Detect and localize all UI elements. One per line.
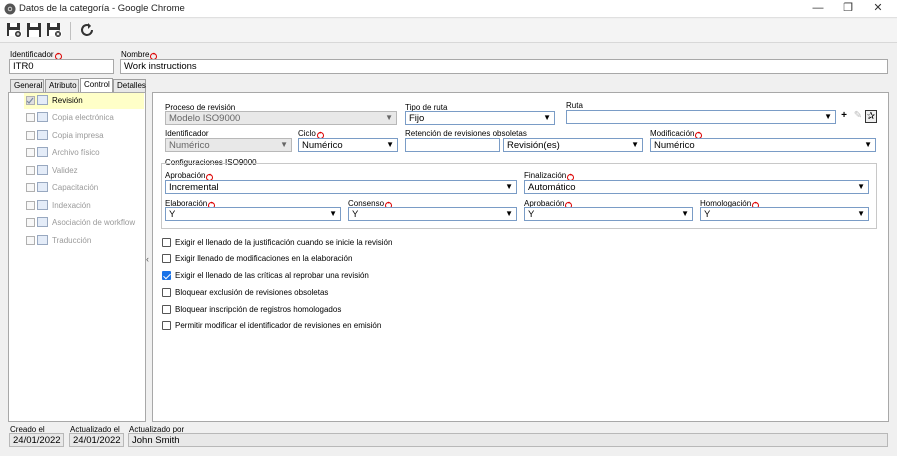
tree-item-revision[interactable]: Revisión bbox=[24, 93, 144, 109]
chrome-icon bbox=[4, 3, 16, 15]
tree-item-copia-electronica[interactable]: Copia electrónica bbox=[24, 110, 144, 126]
dropdown-arrow-icon: ▼ bbox=[681, 209, 689, 218]
retencion-unit-select[interactable]: Revisión(es) ▼ bbox=[503, 138, 643, 152]
finalizacion-select[interactable]: Automático ▼ bbox=[524, 180, 869, 194]
tab-atributo[interactable]: Atributo bbox=[45, 79, 79, 92]
document-icon bbox=[37, 182, 48, 192]
dropdown-arrow-icon: ▼ bbox=[329, 209, 337, 218]
checkbox-icon[interactable] bbox=[26, 131, 35, 140]
dropdown-arrow-icon: ▼ bbox=[631, 140, 639, 149]
save-new-icon[interactable] bbox=[6, 22, 22, 38]
checkbox-icon[interactable] bbox=[26, 113, 35, 122]
restore-icon[interactable]: ❐ bbox=[833, 0, 863, 18]
document-icon bbox=[37, 112, 48, 122]
tree-item-traduccion[interactable]: Traducción bbox=[24, 233, 144, 249]
checkbox[interactable] bbox=[162, 254, 171, 263]
ciclo-select[interactable]: Numérico ▼ bbox=[298, 138, 398, 152]
checkbox[interactable] bbox=[162, 305, 171, 314]
close-icon[interactable]: ✕ bbox=[863, 0, 893, 18]
tree-item-indexacion[interactable]: Indexación bbox=[24, 198, 144, 214]
tree-item-validez[interactable]: Validez bbox=[24, 163, 144, 179]
refresh-icon[interactable] bbox=[79, 22, 95, 38]
aprobacion-select[interactable]: Incremental ▼ bbox=[165, 180, 517, 194]
tab-general[interactable]: General bbox=[10, 79, 44, 92]
collapse-chevron-icon[interactable]: ‹ bbox=[146, 254, 149, 264]
dropdown-arrow-icon: ▼ bbox=[386, 140, 394, 149]
homologacion-select[interactable]: Y ▼ bbox=[700, 207, 869, 221]
title-bar: Datos de la categoría - Google Chrome — … bbox=[0, 0, 897, 18]
dropdown-arrow-icon: ▼ bbox=[505, 182, 513, 191]
aprobacion2-select[interactable]: Y ▼ bbox=[524, 207, 693, 221]
retencion-label: Retención de revisiones obsoletas bbox=[405, 129, 527, 138]
dropdown-arrow-icon: ▼ bbox=[864, 140, 872, 149]
save-close-icon[interactable] bbox=[46, 22, 62, 38]
tree-item-copia-impresa[interactable]: Copia impresa bbox=[24, 128, 144, 144]
identificador-form-label: Identificador bbox=[165, 129, 209, 138]
checkbox-icon[interactable] bbox=[26, 148, 35, 157]
dropdown-arrow-icon: ▼ bbox=[824, 112, 832, 121]
retencion-input[interactable] bbox=[405, 138, 500, 152]
dropdown-arrow-icon: ▼ bbox=[280, 140, 288, 149]
checkbox-icon[interactable] bbox=[26, 183, 35, 192]
identificador-input[interactable]: ITR0 bbox=[9, 59, 114, 74]
document-icon bbox=[37, 130, 48, 140]
tree-item-asociacion-workflow[interactable]: Asociación de workflow bbox=[24, 215, 144, 231]
clear-brush-icon[interactable]: ✰ bbox=[865, 110, 877, 123]
checkbox-icon[interactable] bbox=[26, 236, 35, 245]
ruta-label: Ruta bbox=[566, 101, 583, 110]
consenso-select[interactable]: Y ▼ bbox=[348, 207, 517, 221]
tree-item-capacitacion[interactable]: Capacitación bbox=[24, 180, 144, 196]
tree-item-archivo-fisico[interactable]: Archivo físico bbox=[24, 145, 144, 161]
dropdown-arrow-icon: ▼ bbox=[505, 209, 513, 218]
edit-pencil-icon[interactable]: ✎ bbox=[852, 110, 864, 123]
creado-value: 24/01/2022 bbox=[9, 433, 64, 447]
checkbox-icon[interactable] bbox=[26, 201, 35, 210]
document-icon bbox=[37, 217, 48, 227]
add-ruta-button[interactable]: + bbox=[838, 110, 850, 123]
dropdown-arrow-icon: ▼ bbox=[857, 209, 865, 218]
tipo-ruta-select[interactable]: Fijo ▼ bbox=[405, 111, 555, 125]
check-mark-icon bbox=[26, 97, 34, 104]
nombre-input[interactable]: Work instructions bbox=[120, 59, 888, 74]
dropdown-arrow-icon: ▼ bbox=[385, 113, 393, 122]
checkbox[interactable] bbox=[162, 321, 171, 330]
checkbox[interactable] bbox=[162, 288, 171, 297]
dropdown-arrow-icon: ▼ bbox=[543, 113, 551, 122]
actualizado-value: 24/01/2022 bbox=[69, 433, 124, 447]
tab-bar: General Atributo Control Detalles bbox=[8, 78, 146, 92]
checkbox-checked[interactable] bbox=[162, 271, 171, 280]
save-icon[interactable] bbox=[26, 22, 42, 38]
document-icon bbox=[37, 95, 48, 105]
window-title: Datos de la categoría - Google Chrome bbox=[19, 3, 185, 14]
document-icon bbox=[37, 200, 48, 210]
dropdown-arrow-icon: ▼ bbox=[857, 182, 865, 191]
minimize-icon[interactable]: — bbox=[803, 0, 833, 18]
modificacion-select[interactable]: Numérico ▼ bbox=[650, 138, 876, 152]
ruta-select[interactable]: ▼ bbox=[566, 110, 836, 124]
actualizado-por-value: John Smith bbox=[128, 433, 888, 447]
checkbox[interactable] bbox=[162, 238, 171, 247]
toolbar-divider bbox=[70, 22, 71, 40]
elaboracion-select[interactable]: Y ▼ bbox=[165, 207, 341, 221]
toolbar bbox=[0, 19, 897, 43]
tab-control[interactable]: Control bbox=[80, 78, 113, 92]
document-icon bbox=[37, 147, 48, 157]
proceso-select: Modelo ISO9000 ▼ bbox=[165, 111, 397, 125]
identificador-select: Numérico ▼ bbox=[165, 138, 292, 152]
document-icon bbox=[37, 165, 48, 175]
checkbox-icon[interactable] bbox=[26, 166, 35, 175]
tab-detalles[interactable]: Detalles bbox=[113, 79, 146, 92]
document-icon bbox=[37, 235, 48, 245]
checkbox-icon[interactable] bbox=[26, 218, 35, 227]
